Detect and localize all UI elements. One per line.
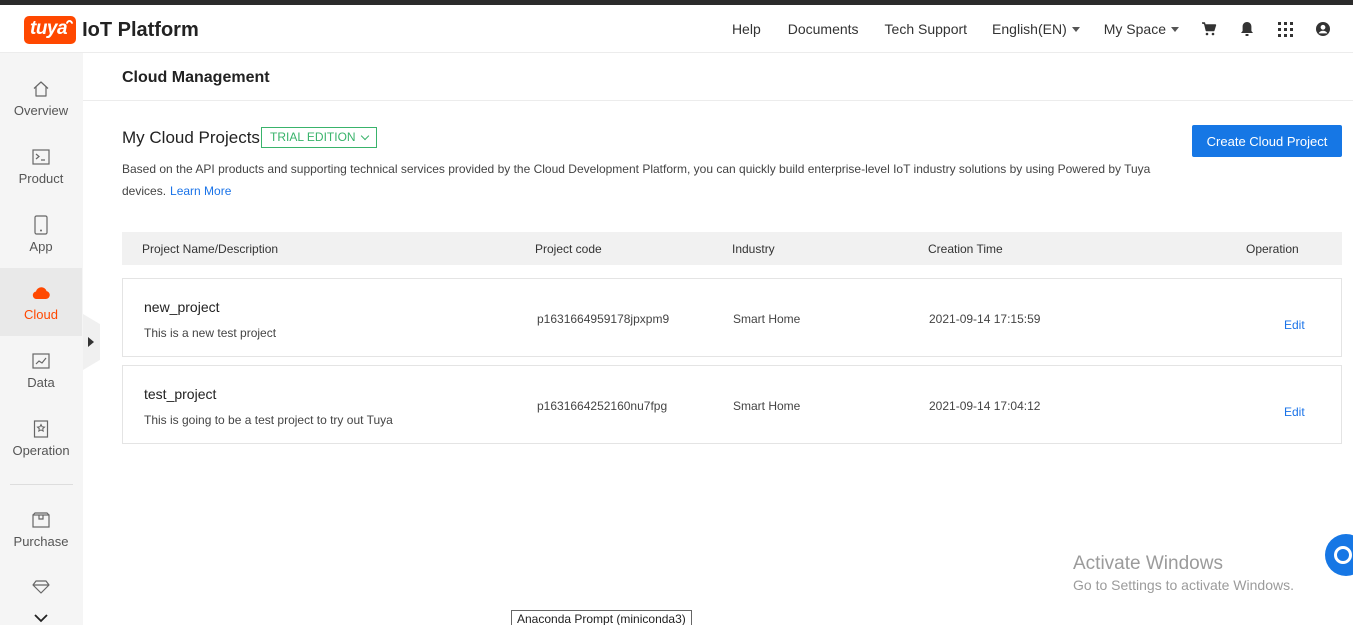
create-cloud-project-button[interactable]: Create Cloud Project [1192,125,1342,157]
chevron-down-icon[interactable] [34,610,48,625]
table-header: Project Name/Description Project code In… [122,232,1342,265]
watermark-subtitle: Go to Settings to activate Windows. [1073,577,1294,593]
description-text: Based on the API products and supporting… [122,162,1151,198]
nav-tech-support[interactable]: Tech Support [885,21,968,37]
column-header: Industry [732,242,775,256]
bell-icon[interactable] [1239,21,1255,37]
sidebar-item-label: Product [18,170,64,186]
project-name[interactable]: test_project [144,386,216,402]
column-header: Project code [535,242,602,256]
column-header: Project Name/Description [142,242,279,256]
bookmark-icon [31,419,51,439]
nav-help[interactable]: Help [732,21,761,37]
logo[interactable]: tuya IoT Platform [24,16,199,44]
chart-icon [31,351,51,371]
column-header: Creation Time [928,242,1003,256]
project-creation-time: 2021-09-14 17:15:59 [929,312,1041,326]
diamond-icon[interactable] [32,579,50,600]
divider [83,100,1353,101]
project-code: p1631664252160nu7fpg [537,399,668,413]
section-description: Based on the API products and supporting… [122,159,1162,202]
project-code: p1631664959178jpxpm9 [537,312,670,326]
sidebar-item-cloud[interactable]: Cloud [0,268,82,336]
home-icon [31,79,51,99]
chevron-down-icon [1171,26,1179,32]
sidebar-item-purchase[interactable]: Purchase [0,495,82,563]
edit-link[interactable]: Edit [1284,318,1305,332]
language-dropdown[interactable]: English(EN) [992,21,1080,37]
chat-icon [1334,546,1352,564]
chevron-down-icon [360,131,369,141]
phone-icon [31,214,51,235]
sidebar-item-operation[interactable]: Operation [0,404,82,472]
column-header: Operation [1246,242,1299,256]
tuya-logo-badge: tuya [24,16,77,44]
sidebar: Overview Product App Cloud Data Operatio… [0,53,83,625]
edition-badge[interactable]: TRIAL EDITION [261,127,377,148]
user-icon[interactable] [1315,21,1331,37]
project-industry: Smart Home [733,312,801,326]
sidebar-item-label: Purchase [13,533,69,549]
project-industry: Smart Home [733,399,801,413]
my-space-dropdown[interactable]: My Space [1104,21,1179,37]
top-header: tuya IoT Platform Help Documents Tech Su… [0,5,1353,53]
chevron-down-icon [1071,26,1080,32]
terminal-icon [31,147,51,167]
project-name[interactable]: new_project [144,299,220,315]
project-description: This is a new test project [144,326,277,340]
page-title: Cloud Management [122,69,270,86]
section-title: My Cloud Projects [122,128,260,147]
table-row[interactable]: new_project This is a new test project p… [122,278,1342,357]
table-row[interactable]: test_project This is going to be a test … [122,365,1342,444]
sidebar-item-label: Operation [12,442,70,458]
watermark-title: Activate Windows [1073,553,1223,574]
nav-documents[interactable]: Documents [788,21,859,37]
language-label: English(EN) [992,21,1067,37]
sidebar-item-label: Cloud [24,306,58,322]
edit-link[interactable]: Edit [1284,405,1305,419]
top-nav: Help Documents Tech Support English(EN) … [732,5,1353,53]
taskbar-tooltip: Anaconda Prompt (miniconda3) [511,610,692,625]
sidebar-item-overview[interactable]: Overview [0,64,82,132]
edition-badge-label: TRIAL EDITION [270,130,356,144]
sidebar-item-product[interactable]: Product [0,132,82,200]
sidebar-item-label: Data [27,374,55,390]
sidebar-item-app[interactable]: App [0,200,82,268]
project-description: This is going to be a test project to tr… [144,413,393,427]
windows-activation-watermark: Activate Windows Go to Settings to activ… [1073,553,1294,593]
cart-icon[interactable] [1201,21,1217,37]
box-icon [31,510,51,530]
sidebar-item-label: App [29,238,53,254]
sidebar-item-label: Overview [13,102,69,118]
cloud-icon [31,283,51,303]
my-space-label: My Space [1103,21,1166,37]
sidebar-divider [10,484,73,485]
sidebar-item-data[interactable]: Data [0,336,82,404]
learn-more-link[interactable]: Learn More [170,184,231,198]
main-content: Cloud Management My Cloud Projects TRIAL… [83,53,1353,625]
project-creation-time: 2021-09-14 17:04:12 [929,399,1041,413]
grid-icon[interactable] [1277,21,1293,37]
platform-name: IoT Platform [82,18,199,41]
